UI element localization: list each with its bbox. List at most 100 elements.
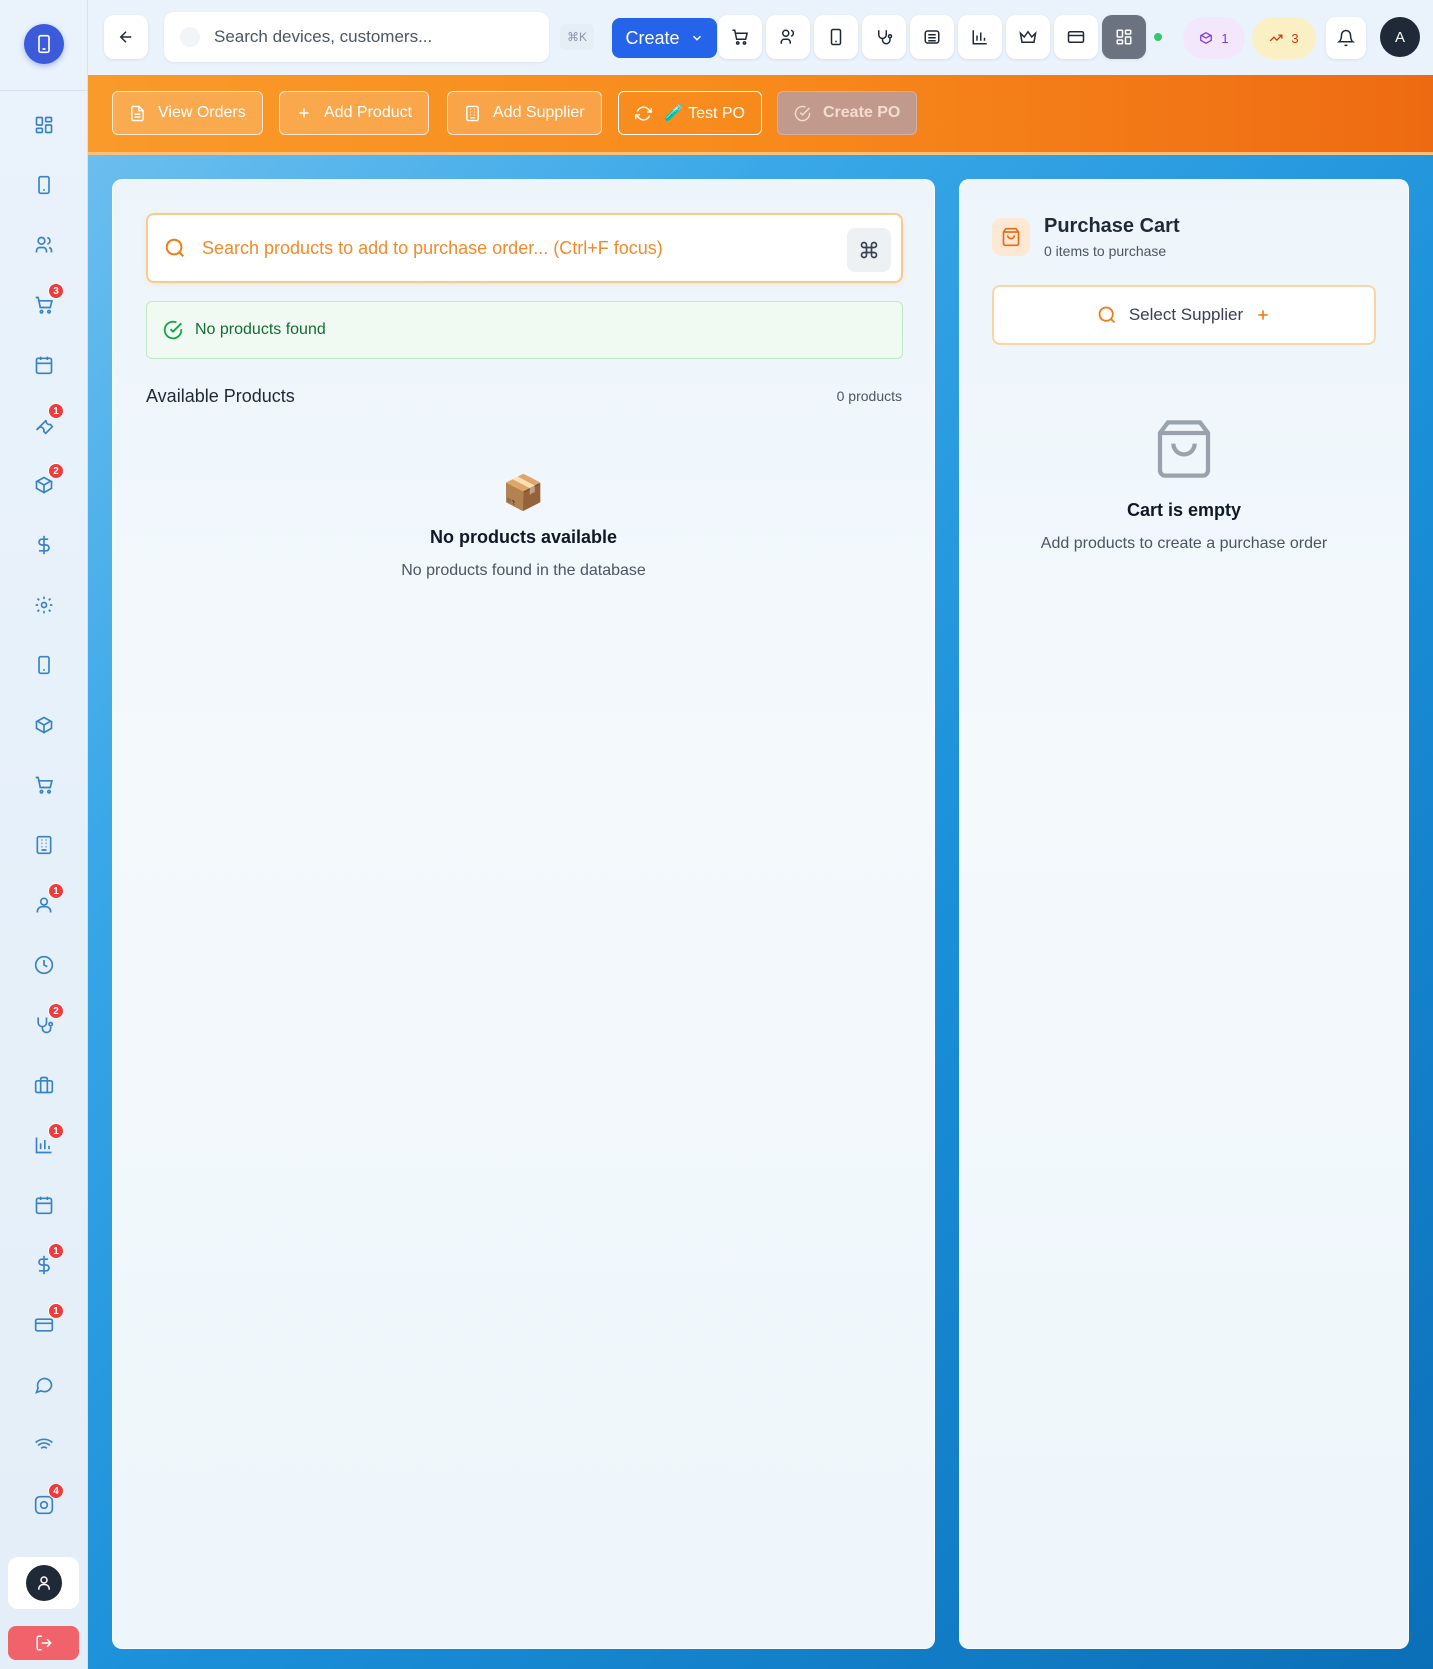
sidebar-item-mobile[interactable]: [29, 650, 59, 680]
command-button[interactable]: [847, 228, 891, 272]
sidebar-item-settings[interactable]: [29, 590, 59, 620]
bell-icon: [1337, 29, 1355, 47]
select-supplier-button[interactable]: Select Supplier: [992, 285, 1376, 345]
sidebar-divider: [0, 90, 88, 91]
package-icon: [35, 476, 53, 494]
building-icon: [466, 105, 479, 121]
notifications-button[interactable]: [1326, 17, 1366, 59]
sidebar-item-repairs[interactable]: 1: [29, 403, 64, 440]
add-product-button[interactable]: Add Product: [279, 91, 430, 135]
inventory-badge: 2: [48, 463, 64, 479]
global-search[interactable]: [164, 12, 549, 62]
stethoscope-icon: [878, 30, 893, 45]
bar-chart-icon: [972, 30, 987, 45]
gear-icon: [35, 596, 53, 614]
phone-icon: [38, 175, 50, 195]
logout-button[interactable]: [8, 1626, 79, 1660]
product-search-input[interactable]: [202, 237, 842, 259]
app-logo-phone-icon[interactable]: [24, 24, 64, 64]
building-icon: [36, 835, 52, 855]
toolbar-storage-button[interactable]: [910, 15, 954, 59]
create-button[interactable]: Create: [612, 18, 717, 58]
sidebar-item-sales[interactable]: [29, 530, 59, 560]
sidebar-item-devices[interactable]: [29, 170, 59, 200]
box-emoji-icon: 📦: [502, 474, 545, 512]
sidebar-item-payments[interactable]: 1: [29, 1243, 64, 1280]
dashboard-icon: [35, 116, 53, 134]
products-pill[interactable]: 1: [1183, 17, 1245, 59]
sidebar-item-purchase[interactable]: [29, 770, 59, 800]
dollar-sign-icon: [38, 1255, 50, 1275]
toolbar-apps-button[interactable]: [1102, 15, 1146, 59]
back-button[interactable]: [104, 15, 148, 59]
user-profile-button[interactable]: [8, 1557, 79, 1609]
message-circle-icon: [35, 1377, 53, 1394]
sidebar-item-reports[interactable]: 1: [29, 1123, 64, 1160]
product-count: 0 products: [836, 388, 902, 404]
toolbar-customers-button[interactable]: [766, 15, 810, 59]
box-icon: [35, 716, 53, 734]
toolbar-diagnostics-button[interactable]: [862, 15, 906, 59]
trending-pill-count: 3: [1291, 30, 1299, 46]
shopping-cart-icon: [35, 776, 53, 794]
search-icon: [1098, 306, 1115, 324]
sidebar-item-instagram[interactable]: 4: [29, 1483, 64, 1520]
avatar: [25, 1565, 62, 1601]
online-status-dot: [1154, 33, 1162, 41]
avatar[interactable]: A: [1380, 17, 1420, 57]
instagram-icon: [34, 1495, 54, 1515]
sidebar-item-business[interactable]: [29, 1070, 59, 1100]
sidebar-item-finance[interactable]: 1: [29, 1303, 64, 1340]
toolbar-premium-button[interactable]: [1006, 15, 1050, 59]
sidebar-item-employees[interactable]: 1: [29, 883, 64, 920]
add-product-label: Add Product: [324, 104, 413, 121]
wrench-icon: [35, 419, 54, 435]
hard-drive-icon: [924, 30, 940, 44]
toolbar-payments-button[interactable]: [1054, 15, 1098, 59]
view-orders-label: View Orders: [158, 104, 246, 121]
sidebar-item-inventory[interactable]: 2: [29, 463, 64, 500]
products-panel: No products found Available Products 0 p…: [112, 179, 935, 1649]
credit-card-icon: [1067, 31, 1085, 43]
sidebar-item-orders[interactable]: 3: [29, 283, 64, 320]
sidebar-item-customers[interactable]: [29, 230, 59, 260]
test-po-label: 🧪 Test PO: [664, 105, 745, 122]
search-shortcut-hint: ⌘K: [560, 24, 594, 50]
sidebar-item-network[interactable]: [29, 1430, 59, 1460]
toolbar-devices-button[interactable]: [814, 15, 858, 59]
cube-icon: [1200, 32, 1213, 44]
empty-cart-icon: [960, 417, 1408, 481]
sidebar: 3 1 2 1 2 1 1 1 4: [0, 0, 88, 1669]
sidebar-item-diagnostics[interactable]: 2: [29, 1003, 64, 1040]
search-icon: [180, 27, 200, 47]
add-supplier-button[interactable]: Add Supplier: [447, 91, 602, 135]
calendar-icon: [35, 356, 53, 375]
sidebar-item-schedule[interactable]: [29, 1190, 59, 1220]
test-po-button[interactable]: 🧪 Test PO: [618, 91, 762, 135]
sidebar-item-calendar[interactable]: [29, 350, 59, 380]
grid-icon: [1116, 29, 1132, 45]
trending-up-icon: [1270, 34, 1283, 42]
action-bar: View Orders Add Product Add Supplier 🧪 T…: [88, 75, 1433, 155]
cart-icon: [732, 29, 749, 45]
toolbar-cart-button[interactable]: [718, 15, 762, 59]
product-search[interactable]: [146, 213, 903, 283]
chevron-down-icon: [692, 35, 701, 41]
sidebar-item-history[interactable]: [29, 950, 59, 980]
create-po-button[interactable]: Create PO: [777, 91, 918, 135]
view-orders-button[interactable]: View Orders: [112, 91, 263, 135]
bar-chart-icon: [35, 1137, 52, 1154]
toolbar-reports-button[interactable]: [958, 15, 1002, 59]
phone-icon: [830, 28, 842, 46]
sidebar-item-suppliers[interactable]: [29, 830, 59, 860]
create-label: Create: [625, 27, 680, 48]
search-status-text: No products found: [195, 321, 326, 338]
global-search-input[interactable]: [214, 27, 514, 47]
sidebar-item-products[interactable]: [29, 710, 59, 740]
trending-pill[interactable]: 3: [1252, 17, 1316, 59]
sidebar-item-messages[interactable]: [29, 1370, 59, 1400]
briefcase-icon: [34, 1076, 54, 1094]
sidebar-item-dashboard[interactable]: [29, 110, 59, 140]
stethoscope-icon: [37, 1017, 54, 1034]
plus-icon: [299, 108, 309, 118]
